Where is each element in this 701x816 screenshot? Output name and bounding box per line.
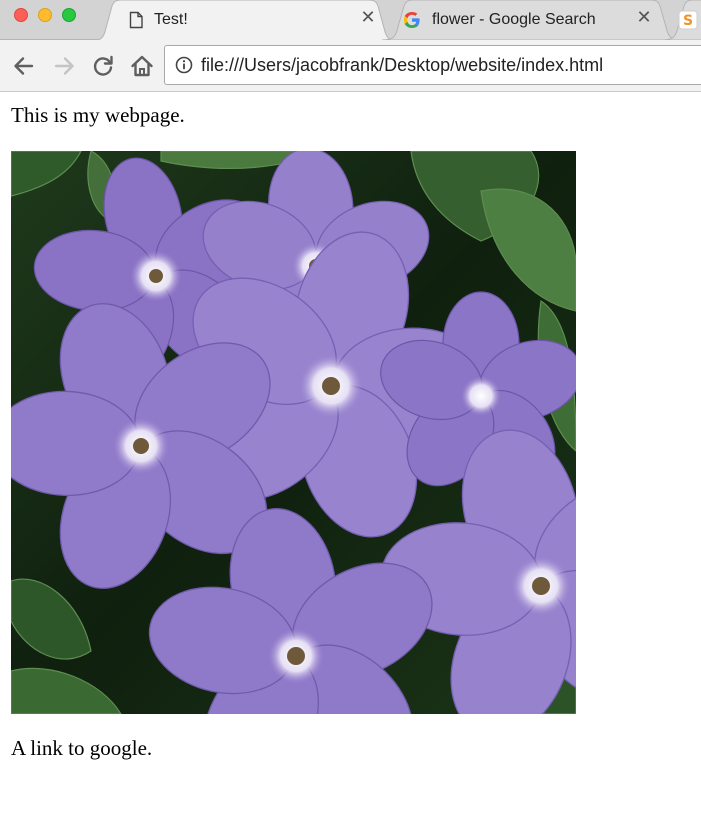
flower-image	[11, 151, 576, 714]
tab-strip: Test! ✕ flower - Google Search ✕ S	[0, 0, 701, 41]
close-tab-icon[interactable]: ✕	[635, 9, 653, 27]
svg-text:S: S	[683, 13, 693, 29]
sublime-s-icon: S	[678, 10, 698, 30]
tab-sublime[interactable]: S	[662, 0, 701, 40]
close-window-button[interactable]	[14, 8, 28, 22]
url-text[interactable]: file:///Users/jacobfrank/Desktop/website…	[201, 55, 603, 76]
google-link[interactable]: A link to google.	[11, 736, 152, 761]
tab-test[interactable]: Test! ✕	[90, 0, 400, 41]
minimize-window-button[interactable]	[38, 8, 52, 22]
google-g-icon	[404, 12, 420, 28]
tab-flower-google-search[interactable]: flower - Google Search ✕	[382, 0, 682, 40]
tab-title: Test!	[154, 11, 188, 28]
reload-icon[interactable]	[90, 53, 116, 79]
page-content: This is my webpage. A link to google.	[0, 93, 701, 816]
close-tab-icon[interactable]: ✕	[359, 9, 377, 27]
home-icon[interactable]	[129, 53, 155, 79]
document-icon	[129, 11, 143, 29]
info-icon[interactable]	[175, 56, 193, 74]
browser-toolbar: file:///Users/jacobfrank/Desktop/website…	[0, 40, 701, 92]
intro-text: This is my webpage.	[11, 103, 185, 127]
tab-title: flower - Google Search	[432, 11, 596, 28]
address-bar[interactable]: file:///Users/jacobfrank/Desktop/website…	[164, 45, 701, 85]
forward-arrow-icon[interactable]	[51, 53, 77, 79]
back-arrow-icon[interactable]	[11, 53, 37, 79]
maximize-window-button[interactable]	[62, 8, 76, 22]
